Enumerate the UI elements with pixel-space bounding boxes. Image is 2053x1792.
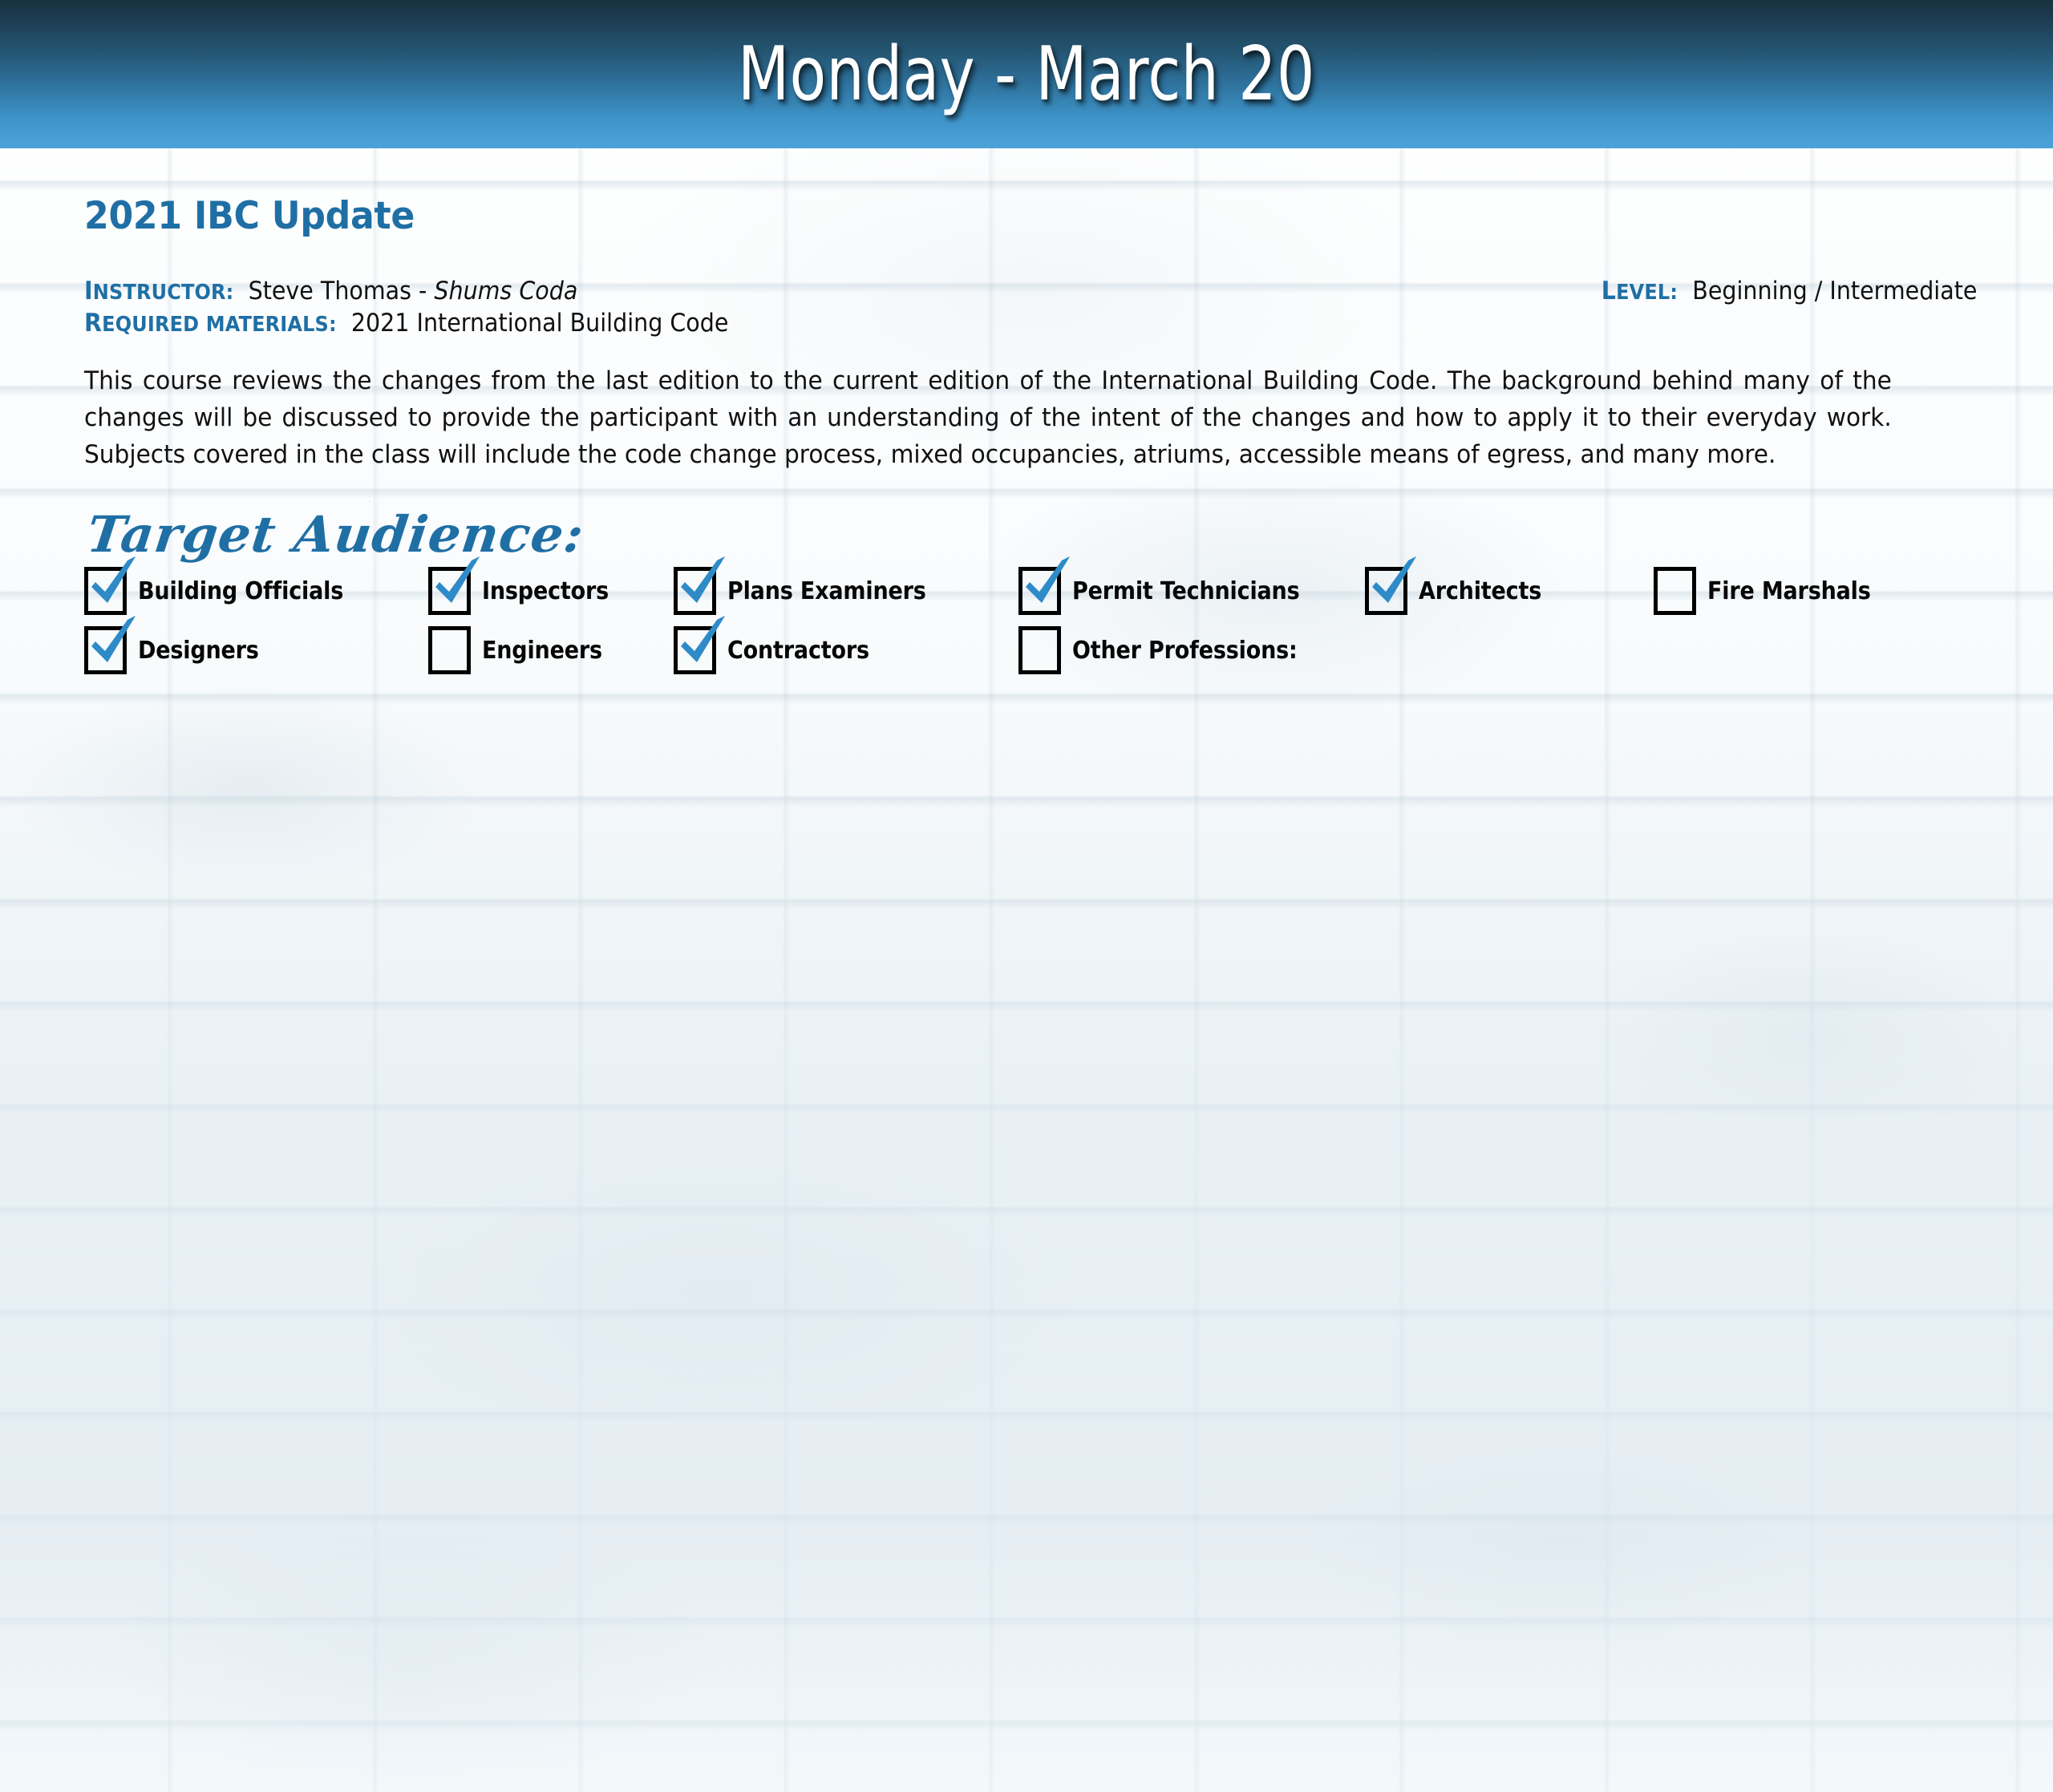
content-area: 2021 IBC Update INSTRUCTOR: Steve Thomas…	[0, 194, 2053, 675]
audience-checkbox[interactable]	[674, 556, 725, 616]
course-title: 2021 IBC Update	[84, 194, 415, 238]
audience-option[interactable]: Architects	[1365, 556, 1555, 616]
instructor-label-rest: NSTRUCTOR:	[92, 281, 234, 305]
level-value: Beginning / Intermediate	[1691, 277, 1977, 305]
course-meta-right: LEVEL: Beginning / Intermediate	[1569, 275, 1977, 307]
target-audience-heading: Target Audience:	[83, 505, 588, 564]
audience-checkbox[interactable]	[84, 616, 136, 675]
level-line: LEVEL: Beginning / Intermediate	[1601, 275, 1977, 307]
audience-checkbox[interactable]	[674, 616, 725, 675]
checkmark-icon	[1372, 556, 1416, 604]
audience-checkbox[interactable]	[1018, 556, 1070, 616]
level-label: LEVEL:	[1601, 277, 1677, 305]
audience-checkbox[interactable]	[1654, 567, 1696, 616]
audience-option-label: Contractors	[727, 636, 869, 665]
instructor-name: Steve Thomas -	[248, 277, 435, 305]
audience-option-label: Engineers	[482, 636, 602, 665]
audience-option-label: Fire Marshals	[1707, 576, 1871, 605]
audience-option-label: Building Officials	[138, 576, 344, 605]
audience-checkbox[interactable]	[1365, 556, 1416, 616]
audience-option[interactable]: Permit Technicians	[1018, 556, 1325, 616]
instructor-company: Shums Coda	[434, 277, 578, 305]
instructor-label: INSTRUCTOR:	[84, 277, 233, 305]
audience-checkbox[interactable]	[428, 556, 480, 616]
required-materials-line: REQUIRED MATERIALS: 2021 International B…	[84, 307, 728, 339]
header-title: Monday - March 20	[738, 30, 1315, 117]
audience-option[interactable]: Engineers	[428, 626, 616, 675]
checkmark-icon	[681, 556, 725, 604]
audience-option[interactable]: Plans Examiners	[674, 556, 948, 616]
level-label-cap: L	[1601, 277, 1616, 305]
checkmark-icon	[1026, 556, 1070, 604]
required-materials-label: REQUIRED MATERIALS:	[84, 309, 337, 338]
course-meta-left: INSTRUCTOR: Steve Thomas - Shums Coda RE…	[84, 275, 784, 340]
level-label-rest: EVEL:	[1615, 281, 1678, 305]
course-flyer-page: Monday - March 20 2021 IBC Update INSTRU…	[0, 0, 2053, 1792]
audience-checkbox[interactable]	[1018, 626, 1061, 675]
day-header-banner: Monday - March 20	[0, 0, 2053, 148]
audience-option-label: Designers	[138, 636, 259, 665]
checkmark-icon	[91, 616, 136, 663]
required-materials-label-cap: R	[84, 309, 103, 338]
audience-option-label: Inspectors	[482, 576, 609, 605]
audience-checkbox[interactable]	[428, 626, 471, 675]
audience-option[interactable]: Inspectors	[428, 556, 623, 616]
target-audience-checkbox-grid: Building Officials Inspectors Plans Examin…	[84, 556, 1977, 675]
checkmark-icon	[681, 616, 725, 663]
audience-option[interactable]: Fire Marshals	[1654, 567, 1889, 616]
audience-option-label: Permit Technicians	[1072, 576, 1300, 605]
audience-option[interactable]: Other Professions:	[1018, 626, 1322, 675]
required-materials-value: 2021 International Building Code	[350, 309, 729, 338]
instructor-label-cap: I	[84, 277, 93, 305]
required-materials-label-rest: EQUIRED MATERIALS:	[102, 313, 337, 338]
course-meta-row: INSTRUCTOR: Steve Thomas - Shums Coda RE…	[84, 275, 1977, 340]
audience-option-label: Plans Examiners	[727, 576, 926, 605]
audience-checkbox[interactable]	[84, 556, 136, 616]
instructor-line: INSTRUCTOR: Steve Thomas - Shums Coda	[84, 275, 728, 307]
course-description: This course reviews the changes from the…	[84, 366, 1892, 469]
audience-option-label: Architects	[1419, 576, 1542, 605]
audience-option[interactable]: Building Officials	[84, 556, 366, 616]
audience-option[interactable]: Designers	[84, 616, 272, 675]
audience-option[interactable]: Contractors	[674, 616, 885, 675]
audience-option-label: Other Professions:	[1072, 636, 1298, 665]
